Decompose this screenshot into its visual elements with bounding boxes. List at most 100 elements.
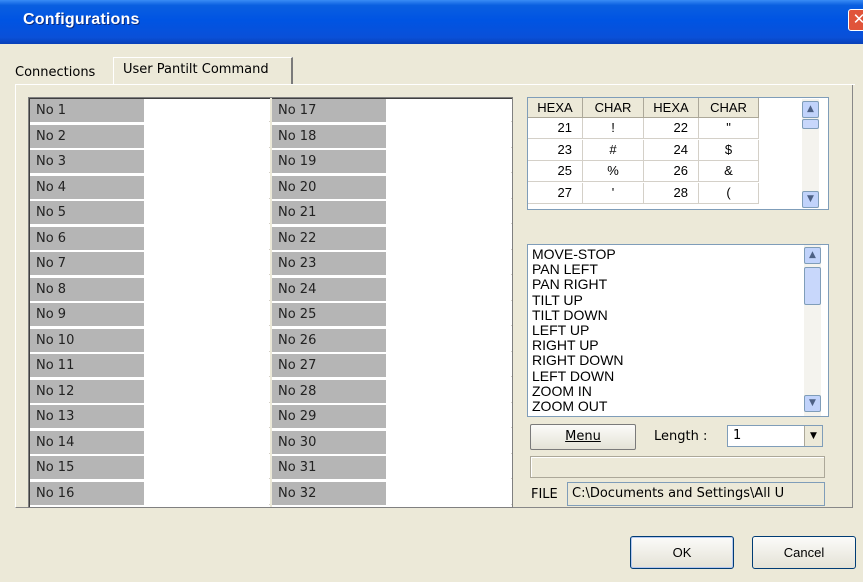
command-value-cell[interactable]	[144, 328, 269, 352]
command-number-label: No 29	[272, 405, 386, 428]
command-value-cell[interactable]	[386, 99, 511, 122]
command-value-cell[interactable]	[386, 277, 511, 301]
command-row: No 1	[30, 99, 270, 122]
list-item[interactable]: LEFT DOWN	[532, 368, 614, 384]
command-row: No 26	[272, 328, 512, 352]
command-number-label: No 32	[272, 481, 386, 505]
command-value-cell[interactable]	[386, 303, 511, 326]
length-select[interactable]: 1 ▼	[727, 425, 823, 447]
command-value-cell[interactable]	[144, 99, 269, 122]
command-number-label: No 3	[30, 150, 144, 173]
title-bar[interactable]: Configurations ✕	[0, 0, 863, 44]
list-item[interactable]: LEFT UP	[532, 323, 589, 338]
command-value-cell[interactable]	[386, 124, 511, 148]
list-item[interactable]: ZOOM OUT	[532, 399, 607, 414]
command-value-cell[interactable]	[144, 303, 269, 326]
scroll-thumb[interactable]	[802, 119, 819, 129]
command-value-cell[interactable]	[144, 456, 269, 479]
command-value-cell[interactable]	[144, 379, 269, 403]
command-value-cell[interactable]	[386, 150, 511, 173]
chevron-down-icon[interactable]: ▼	[804, 426, 822, 446]
command-number-label: No 20	[272, 175, 386, 199]
command-value-cell[interactable]	[386, 379, 511, 403]
list-item[interactable]: RIGHT UP	[532, 338, 599, 353]
list-item[interactable]: RIGHT DOWN	[532, 353, 624, 368]
menu-button-label: Menu	[565, 429, 601, 444]
command-value-cell[interactable]	[144, 175, 269, 199]
scroll-down-icon[interactable]: ▼	[802, 191, 819, 208]
command-row: No 11	[30, 354, 270, 377]
hex-table-header[interactable]: HEXA	[644, 98, 699, 118]
command-value-cell[interactable]	[386, 226, 511, 250]
command-value-cell[interactable]	[144, 124, 269, 148]
scroll-up-icon[interactable]: ▲	[804, 247, 821, 264]
list-item[interactable]: PAN LEFT	[532, 262, 598, 277]
hex-table-cell: %	[583, 161, 644, 182]
command-row: No 19	[272, 150, 512, 173]
hex-table-header[interactable]: CHAR	[583, 98, 644, 118]
scroll-up-icon[interactable]: ▲	[802, 101, 819, 118]
cancel-button[interactable]: Cancel	[752, 536, 856, 569]
command-row: No 29	[272, 405, 512, 428]
hex-table-cell: 21	[528, 118, 583, 139]
command-value-cell[interactable]	[386, 328, 511, 352]
hex-table-scrollbar[interactable]: ▲ ▼	[802, 99, 819, 208]
menu-button[interactable]: Menu	[530, 424, 636, 450]
command-number-label: No 17	[272, 99, 386, 122]
list-item[interactable]: PAN RIGHT	[532, 277, 607, 292]
command-value-cell[interactable]	[386, 175, 511, 199]
command-number-label: No 24	[272, 277, 386, 301]
command-number-label: No 19	[272, 150, 386, 173]
tab-connections[interactable]: Connections	[15, 63, 95, 83]
command-value-cell[interactable]	[144, 252, 269, 275]
command-row: No 20	[272, 175, 512, 199]
scroll-thumb[interactable]	[804, 267, 821, 305]
hex-table-cell: 25	[528, 161, 583, 182]
list-item[interactable]: TILT DOWN	[532, 307, 608, 323]
command-row: No 2	[30, 124, 270, 148]
command-value-cell[interactable]	[144, 405, 269, 428]
list-item[interactable]: TILT UP	[532, 292, 583, 308]
command-number-label: No 25	[272, 303, 386, 326]
command-number-label: No 6	[30, 226, 144, 250]
command-number-label: No 21	[272, 201, 386, 224]
command-row: No 23	[272, 252, 512, 275]
command-number-label: No 8	[30, 277, 144, 301]
hex-table-cell: (	[699, 182, 759, 204]
command-row: No 30	[272, 430, 512, 454]
hex-char-table: HEXA CHAR HEXA CHAR 21! 22 " 23 #24 $25% 26 & 27 ' 28(…	[527, 97, 829, 210]
command-row: No 12	[30, 379, 270, 403]
command-value-cell[interactable]	[144, 150, 269, 173]
hex-table-header[interactable]: HEXA	[528, 98, 583, 118]
command-value-cell[interactable]	[144, 226, 269, 250]
command-number-label: No 2	[30, 124, 144, 148]
command-value-cell[interactable]	[144, 201, 269, 224]
scroll-down-icon[interactable]: ▼	[804, 395, 821, 412]
command-value-cell[interactable]	[386, 354, 511, 377]
command-row: No 21	[272, 201, 512, 224]
command-listbox[interactable]: MOVE-STOP PAN LEFT PAN RIGHT TILT UP TILT DO…	[527, 244, 829, 417]
close-icon[interactable]: ✕	[848, 9, 863, 31]
command-value-cell[interactable]	[386, 456, 511, 479]
command-value-cell[interactable]	[144, 277, 269, 301]
command-number-label: No 13	[30, 405, 144, 428]
hex-table-header[interactable]: CHAR	[699, 98, 759, 118]
command-value-cell[interactable]	[386, 201, 511, 224]
command-value-cell[interactable]	[386, 405, 511, 428]
command-list-scrollbar[interactable]: ▲ ▼	[804, 245, 821, 416]
command-value-cell[interactable]	[144, 354, 269, 377]
tab-user-pantilt-command[interactable]: User Pantilt Command	[113, 57, 293, 84]
command-value-cell[interactable]	[386, 481, 511, 505]
command-value-cell[interactable]	[144, 430, 269, 454]
command-number-label: No 15	[30, 456, 144, 479]
command-row: No 17	[272, 99, 512, 122]
status-field	[530, 456, 825, 478]
list-item[interactable]: ZOOM IN	[532, 383, 592, 399]
command-value-cell[interactable]	[386, 252, 511, 275]
command-value-cell[interactable]	[144, 481, 269, 505]
file-path-field[interactable]: C:\Documents and Settings\All U	[567, 482, 825, 506]
ok-button[interactable]: OK	[630, 536, 734, 569]
list-item[interactable]: MOVE-STOP	[532, 247, 616, 262]
command-value-cell[interactable]	[386, 430, 511, 454]
command-number-label: No 11	[30, 354, 144, 377]
